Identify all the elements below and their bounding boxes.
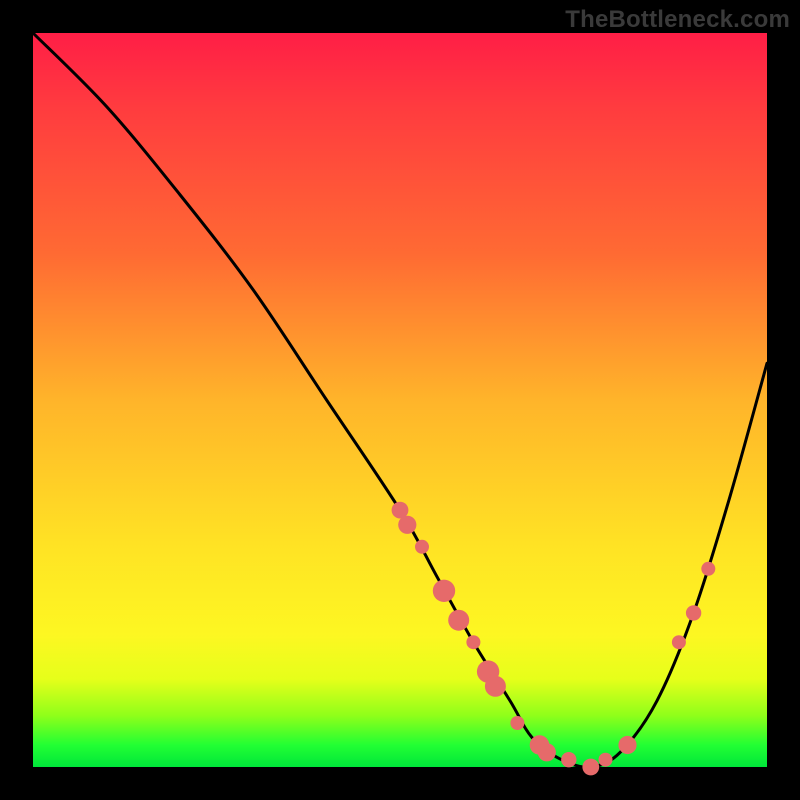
curve-marker: [485, 676, 506, 697]
curve-marker: [415, 540, 429, 554]
curve-marker: [538, 743, 556, 761]
curve-marker: [561, 752, 576, 767]
curve-markers: [392, 502, 716, 776]
curve-marker: [582, 759, 599, 776]
curve-marker: [672, 635, 686, 649]
curve-layer: [33, 33, 767, 767]
curve-marker: [466, 635, 480, 649]
watermark-text: TheBottleneck.com: [565, 6, 790, 34]
curve-marker: [433, 580, 455, 602]
curve-marker: [510, 716, 524, 730]
curve-marker: [701, 562, 715, 576]
bottleneck-curve: [33, 33, 767, 767]
plot-area: [33, 33, 767, 767]
curve-marker: [618, 736, 636, 754]
curve-marker: [448, 610, 469, 631]
chart-frame: TheBottleneck.com: [0, 0, 800, 800]
curve-marker: [599, 753, 613, 767]
curve-marker: [398, 516, 416, 534]
curve-marker: [686, 605, 701, 620]
